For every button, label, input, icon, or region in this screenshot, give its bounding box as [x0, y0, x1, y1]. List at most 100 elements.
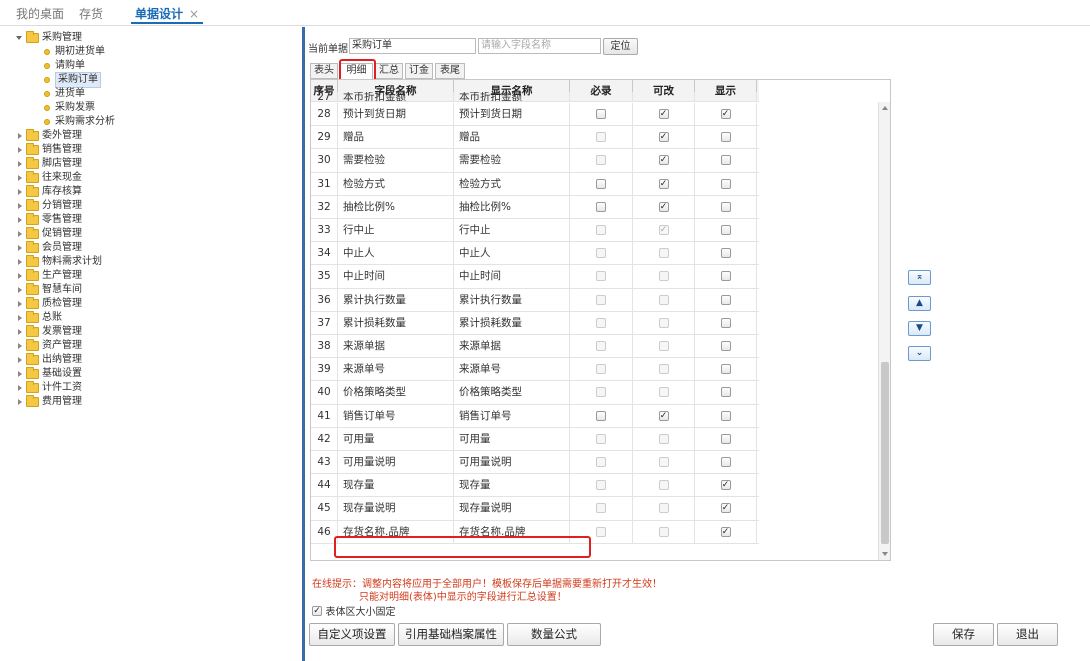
- collapse-arrow-icon[interactable]: [18, 147, 22, 153]
- editable-checkbox[interactable]: ✓: [658, 109, 669, 120]
- fixed-size-checkbox[interactable]: ✓: [312, 605, 322, 616]
- collapse-arrow-icon[interactable]: [18, 189, 22, 195]
- visible-checkbox[interactable]: [720, 317, 731, 328]
- grid-scrollbar[interactable]: [878, 102, 890, 560]
- collapse-arrow-icon[interactable]: [18, 399, 22, 405]
- visible-checkbox[interactable]: ✓: [720, 480, 731, 491]
- table-row[interactable]: 35 中止时间 中止时间: [311, 265, 759, 289]
- collapse-arrow-icon[interactable]: [18, 161, 22, 167]
- tree-node-group[interactable]: 费用管理: [0, 395, 300, 409]
- ref-archive-attr-button[interactable]: 引用基础档案属性: [398, 623, 504, 646]
- table-row[interactable]: 34 中止人 中止人: [311, 242, 759, 266]
- collapse-arrow-icon[interactable]: [18, 329, 22, 335]
- scroll-thumb[interactable]: [881, 362, 889, 544]
- visible-checkbox[interactable]: [720, 132, 731, 143]
- tab-inventory[interactable]: 存货: [79, 4, 103, 24]
- required-checkbox[interactable]: [596, 410, 606, 421]
- expand-arrow-icon[interactable]: [16, 36, 22, 40]
- table-row[interactable]: 37 累计损耗数量 累计损耗数量: [311, 311, 759, 335]
- cell-display-name[interactable]: 销售订单号: [454, 404, 570, 427]
- table-row[interactable]: 44 现存量 现存量 ✓: [311, 474, 759, 498]
- tab-deposit[interactable]: 订金: [405, 63, 433, 79]
- cell-display-name[interactable]: 赠品: [454, 126, 570, 149]
- collapse-arrow-icon[interactable]: [18, 133, 22, 139]
- move-up-button[interactable]: ▲: [908, 296, 931, 311]
- tree-node-group[interactable]: 基础设置: [0, 367, 300, 381]
- move-down-button[interactable]: ▼: [908, 321, 931, 336]
- table-row[interactable]: 39 来源单号 来源单号: [311, 358, 759, 382]
- tree-node-group[interactable]: 脚店管理: [0, 157, 300, 171]
- table-row-partial[interactable]: 27 本币折扣金额 本币折扣金额: [311, 92, 759, 102]
- tree-node-group[interactable]: 质检管理: [0, 297, 300, 311]
- visible-checkbox[interactable]: [720, 225, 731, 236]
- table-row[interactable]: 29 赠品 赠品 ✓: [311, 126, 759, 150]
- locate-button[interactable]: 定位: [603, 38, 638, 55]
- cell-display-name[interactable]: 累计执行数量: [454, 288, 570, 311]
- current-doc-field[interactable]: 采购订单: [349, 38, 476, 54]
- visible-checkbox[interactable]: [720, 387, 731, 398]
- collapse-arrow-icon[interactable]: [18, 371, 22, 377]
- collapse-arrow-icon[interactable]: [18, 287, 22, 293]
- table-row[interactable]: 32 抽检比例% 抽检比例% ✓: [311, 195, 759, 219]
- collapse-arrow-icon[interactable]: [18, 273, 22, 279]
- collapse-arrow-icon[interactable]: [18, 175, 22, 181]
- visible-checkbox[interactable]: ✓: [720, 526, 731, 537]
- table-row[interactable]: 41 销售订单号 销售订单号 ✓: [311, 404, 759, 428]
- cell-display-name[interactable]: 可用量: [454, 427, 570, 450]
- table-row[interactable]: 43 可用量说明 可用量说明: [311, 451, 759, 475]
- cell-display-name[interactable]: 价格策略类型: [454, 381, 570, 404]
- tree-node-group[interactable]: 生产管理: [0, 269, 300, 283]
- fixed-size-option[interactable]: ✓ 表体区大小固定: [312, 603, 396, 618]
- tree-node-group[interactable]: 发票管理: [0, 325, 300, 339]
- save-button[interactable]: 保存: [933, 623, 994, 646]
- tree-node-group[interactable]: 智慧车间: [0, 283, 300, 297]
- cell-display-name[interactable]: 现存量: [454, 474, 570, 497]
- visible-checkbox[interactable]: [720, 271, 731, 282]
- tree-node-group[interactable]: 会员管理: [0, 241, 300, 255]
- visible-checkbox[interactable]: [720, 341, 731, 352]
- tree-node-leaf[interactable]: 请购单: [0, 59, 300, 73]
- splitter[interactable]: [302, 27, 305, 661]
- scroll-down-arrow[interactable]: [882, 552, 888, 556]
- cell-display-name[interactable]: 来源单号: [454, 358, 570, 381]
- table-row[interactable]: 38 来源单据 来源单据: [311, 335, 759, 359]
- visible-checkbox[interactable]: ✓: [720, 109, 731, 120]
- tree-node-leaf[interactable]: 采购发票: [0, 101, 300, 115]
- collapse-arrow-icon[interactable]: [18, 231, 22, 237]
- tab-desktop[interactable]: 我的桌面: [16, 4, 64, 24]
- tree-node-group[interactable]: 出纳管理: [0, 353, 300, 367]
- visible-checkbox[interactable]: [720, 201, 731, 212]
- field-search-input[interactable]: 请输入字段名称: [478, 38, 601, 54]
- tree-node-leaf[interactable]: 采购订单: [0, 72, 300, 88]
- cell-display-name[interactable]: 中止时间: [454, 265, 570, 288]
- cell-display-name[interactable]: 可用量说明: [454, 451, 570, 474]
- tree-node-group[interactable]: 往来现金: [0, 171, 300, 185]
- collapse-arrow-icon[interactable]: [18, 217, 22, 223]
- cell-display-name[interactable]: 抽检比例%: [454, 195, 570, 218]
- tree-node-leaf[interactable]: 进货单: [0, 87, 300, 101]
- scroll-up-arrow[interactable]: [882, 106, 888, 110]
- tree-node-group[interactable]: 促销管理: [0, 227, 300, 241]
- table-row[interactable]: 45 现存量说明 现存量说明 ✓: [311, 497, 759, 521]
- tree-node-leaf[interactable]: 期初进货单: [0, 45, 300, 59]
- cell-display-name[interactable]: 累计损耗数量: [454, 311, 570, 334]
- table-row[interactable]: 28 预计到货日期 预计到货日期 ✓ ✓: [311, 103, 759, 127]
- cell-display-name[interactable]: 检验方式: [454, 172, 570, 195]
- tree-node-group[interactable]: 总账: [0, 311, 300, 325]
- table-row[interactable]: 31 检验方式 检验方式 ✓: [311, 172, 759, 196]
- move-top-button[interactable]: ⌅: [908, 270, 931, 285]
- collapse-arrow-icon[interactable]: [18, 259, 22, 265]
- visible-checkbox[interactable]: ✓: [720, 503, 731, 514]
- collapse-arrow-icon[interactable]: [18, 245, 22, 251]
- collapse-arrow-icon[interactable]: [18, 357, 22, 363]
- visible-checkbox[interactable]: [720, 410, 731, 421]
- cell-display-name[interactable]: 行中止: [454, 219, 570, 242]
- collapse-arrow-icon[interactable]: [18, 301, 22, 307]
- tree-node-group[interactable]: 资产管理: [0, 339, 300, 353]
- tree-node-group[interactable]: 委外管理: [0, 129, 300, 143]
- required-checkbox[interactable]: [596, 201, 606, 212]
- exit-button[interactable]: 退出: [997, 623, 1058, 646]
- tree-node-group[interactable]: 零售管理: [0, 213, 300, 227]
- required-checkbox[interactable]: [596, 178, 606, 189]
- cell-display-name[interactable]: 需要检验: [454, 149, 570, 172]
